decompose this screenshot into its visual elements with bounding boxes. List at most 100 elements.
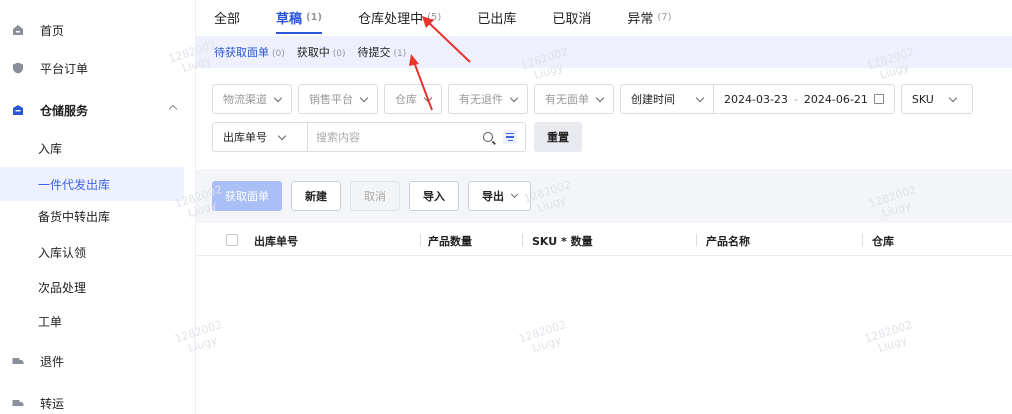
search-placeholder: 搜索内容 [316, 131, 360, 144]
tab-count: (7) [657, 11, 672, 23]
list-filter-icon[interactable] [503, 130, 517, 144]
search-row: 出库单号 搜索内容 重置 [212, 122, 582, 152]
watermark: 1282002 Liugy [863, 318, 914, 355]
column-divider [420, 234, 421, 246]
tab-count: (5) [427, 11, 442, 23]
get-label-button[interactable]: 获取面单 [212, 181, 282, 211]
sidebar-item-label: 备货中转出库 [38, 209, 111, 224]
chevron-down-icon [273, 93, 283, 102]
subtab-label: 待获取面单 [214, 46, 269, 59]
watermark: 1282002 Liugy [517, 318, 568, 355]
truck-icon [12, 400, 24, 406]
sub-tabs: 待获取面单 (0) 获取中 (0) 待提交 (1) [196, 36, 1012, 68]
tab-processing[interactable]: 仓库处理中 (5) [358, 0, 441, 34]
tab-label: 异常 [627, 11, 654, 27]
tab-exception[interactable]: 异常 (7) [627, 0, 671, 34]
subtab-pending-label[interactable]: 待获取面单 (0) [214, 44, 285, 60]
sidebar-item-transshipment[interactable]: 转运 [0, 386, 184, 414]
subtab-count: (1) [393, 49, 407, 59]
chevron-down-icon [359, 93, 369, 102]
subtab-count: (0) [332, 49, 346, 59]
date-end: 2024-06-21 [803, 92, 868, 106]
platform-select[interactable]: 销售平台 [298, 84, 378, 114]
sidebar-item-label: 首页 [40, 23, 65, 38]
select-value: 销售平台 [309, 93, 353, 106]
sidebar-item-label: 一件代发出库 [38, 177, 111, 192]
tab-cancelled[interactable]: 已取消 [552, 0, 591, 34]
chevron-down-icon [948, 93, 958, 102]
chevron-down-icon [510, 190, 519, 199]
sidebar-item-label: 入库 [38, 141, 63, 156]
chevron-down-icon [509, 93, 519, 102]
cancel-button[interactable]: 取消 [350, 181, 400, 211]
calendar-icon [873, 94, 884, 104]
sidebar-item-dropship-outbound[interactable]: 一件代发出库 [0, 167, 184, 201]
return-select[interactable]: 有无退件 [448, 84, 528, 114]
tab-label: 全部 [214, 11, 241, 27]
sidebar-item-inbound[interactable]: 入库 [0, 131, 184, 165]
column-header: 产品名称 [706, 235, 750, 248]
select-value: SKU [911, 92, 934, 106]
chevron-down-icon [423, 93, 433, 102]
sidebar-item-label: 平台订单 [40, 61, 89, 76]
date-range-picker[interactable]: 2024-03-23 - 2024-06-21 [714, 84, 895, 114]
search-input[interactable]: 搜索内容 [308, 122, 526, 152]
import-button[interactable]: 导入 [409, 181, 459, 211]
sidebar-item-warehouse-service[interactable]: 仓储服务 [0, 93, 184, 127]
sidebar-item-inbound-claim[interactable]: 入库认领 [0, 235, 184, 269]
sidebar-item-label: 转运 [40, 396, 65, 411]
sidebar-item-defective[interactable]: 次品处理 [0, 270, 184, 304]
tab-count: (1) [306, 11, 323, 23]
shield-icon [13, 62, 23, 74]
warehouse-icon [13, 105, 23, 115]
column-header: SKU * 数量 [532, 235, 593, 248]
column-divider [696, 234, 697, 246]
sidebar-item-label: 仓储服务 [40, 103, 89, 118]
table-header: 出库单号 产品数量 SKU * 数量 产品名称 仓库 [196, 224, 1012, 256]
action-toolbar: 获取面单 新建 取消 导入 导出 [196, 169, 1012, 223]
tab-label: 已取消 [552, 11, 592, 27]
filter-row: 物流渠道 销售平台 仓库 有无退件 有无面单 创建时间 2024-03-23 -… [212, 84, 973, 114]
tab-label: 草稿 [276, 11, 303, 27]
sidebar-item-transfer-outbound[interactable]: 备货中转出库 [0, 199, 184, 233]
chevron-down-icon [277, 131, 287, 140]
search-icon[interactable] [483, 132, 493, 142]
sidebar-item-returns[interactable]: 退件 [0, 344, 184, 378]
warehouse-select[interactable]: 仓库 [384, 84, 442, 114]
chevron-down-icon [595, 93, 605, 102]
select-all-checkbox[interactable] [226, 233, 238, 246]
select-value: 有无退件 [459, 93, 503, 106]
sidebar-item-label: 退件 [40, 354, 65, 369]
tab-shipped[interactable]: 已出库 [477, 0, 516, 34]
sidebar-item-home[interactable]: 首页 [0, 13, 184, 47]
date-type-select[interactable]: 创建时间 [620, 84, 714, 114]
tab-draft[interactable]: 草稿 (1) [276, 0, 323, 34]
search-field-select[interactable]: 出库单号 [212, 122, 308, 152]
channel-select[interactable]: 物流渠道 [212, 84, 292, 114]
tab-label: 仓库处理中 [358, 11, 424, 27]
label-select[interactable]: 有无面单 [534, 84, 614, 114]
sidebar-item-label: 入库认领 [38, 245, 87, 260]
select-value: 出库单号 [223, 131, 267, 144]
select-value: 仓库 [395, 93, 417, 106]
tab-label: 已出库 [477, 11, 517, 27]
sidebar-item-platform-orders[interactable]: 平台订单 [0, 51, 184, 85]
subtab-count: (0) [272, 49, 285, 59]
column-header: 产品数量 [428, 235, 472, 248]
export-button[interactable]: 导出 [468, 181, 531, 211]
subtab-label: 待提交 [357, 46, 391, 59]
date-start: 2024-03-23 [724, 92, 788, 106]
reset-button[interactable]: 重置 [534, 122, 582, 152]
chevron-down-icon [695, 93, 705, 102]
column-header: 仓库 [872, 235, 894, 248]
tab-all[interactable]: 全部 [214, 0, 240, 34]
chevron-up-icon [168, 104, 178, 114]
sku-select[interactable]: SKU [900, 84, 973, 114]
subtab-fetching[interactable]: 获取中 (0) [297, 44, 346, 60]
column-divider [862, 234, 863, 246]
subtab-to-submit[interactable]: 待提交 (1) [358, 44, 407, 60]
sidebar-item-work-order[interactable]: 工单 [0, 304, 184, 338]
export-label: 导出 [482, 190, 504, 203]
truck-icon [12, 358, 24, 364]
create-button[interactable]: 新建 [291, 181, 341, 211]
